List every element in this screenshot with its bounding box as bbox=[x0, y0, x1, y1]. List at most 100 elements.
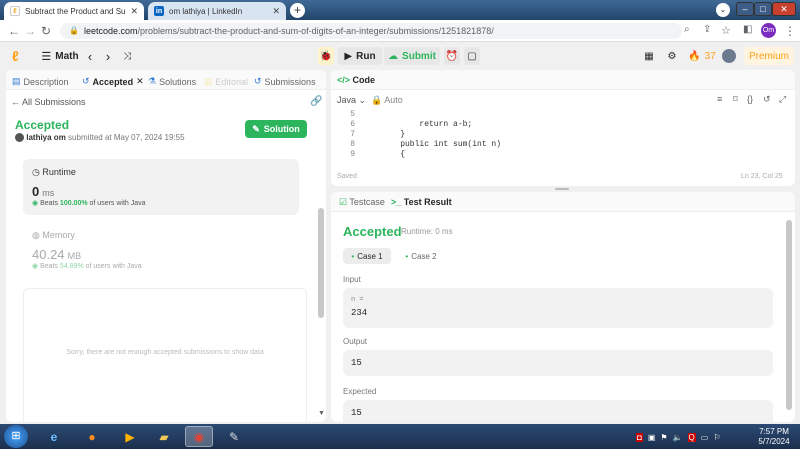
notes-icon[interactable]: ▢ bbox=[464, 47, 480, 65]
maximize-button[interactable]: □ bbox=[754, 2, 772, 16]
tab-label: Testcase bbox=[349, 197, 385, 207]
tray-q-icon[interactable]: Q bbox=[687, 432, 696, 442]
forward-icon[interactable]: → bbox=[24, 24, 36, 38]
left-scrollbar[interactable] bbox=[318, 208, 324, 318]
code-area[interactable]: 5 6 return a-b; 7 } 8 public int sum(int… bbox=[331, 110, 786, 164]
tab-accepted[interactable]: ↺ Accepted ✕ bbox=[82, 76, 144, 87]
debug-icon[interactable]: 🐞 bbox=[318, 47, 334, 65]
minimize-button[interactable]: – bbox=[736, 2, 754, 16]
back-label: All Submissions bbox=[22, 97, 86, 107]
prev-problem-button[interactable]: ‹ bbox=[84, 47, 96, 65]
expected-value: 15 bbox=[351, 408, 362, 418]
streak-counter[interactable]: 🔥 37 bbox=[688, 47, 716, 65]
volume-icon[interactable]: 🔈 bbox=[673, 433, 683, 442]
browser-tab-leetcode[interactable]: ℓ Subtract the Product and Sum of ✕ bbox=[4, 2, 144, 20]
chrome-icon[interactable]: ◉ bbox=[185, 426, 213, 447]
layout-grid-icon[interactable]: ▦ bbox=[642, 47, 656, 65]
tab-solutions[interactable]: ⚗ Solutions bbox=[148, 76, 196, 87]
settings-gear-icon[interactable]: ⚙ bbox=[665, 47, 679, 65]
case-label: Case 1 bbox=[357, 251, 383, 261]
memory-chip-icon: ◍ bbox=[32, 230, 40, 240]
start-button[interactable]: ⊞ bbox=[4, 425, 28, 448]
media-player-icon[interactable]: ▶ bbox=[116, 426, 144, 447]
memory-card[interactable]: ◍ Memory 40.24 MB ◉ Beats 54.89% of user… bbox=[23, 222, 299, 278]
tab-test-result[interactable]: >_ Test Result bbox=[391, 197, 452, 207]
streak-count: 37 bbox=[704, 50, 716, 62]
language-select[interactable]: Java ⌄ bbox=[337, 95, 366, 106]
back-to-submissions-link[interactable]: ← All Submissions bbox=[11, 97, 86, 107]
tray-display-icon[interactable]: ▭ bbox=[701, 433, 709, 442]
mode-label: Auto bbox=[384, 95, 403, 105]
problem-list-button[interactable]: ☰ Math bbox=[38, 47, 82, 65]
browser-tab-linkedin[interactable]: in om lathiya | LinkedIn ✕ bbox=[148, 2, 286, 20]
next-problem-button[interactable]: › bbox=[102, 47, 114, 65]
beats-prefix: Beats bbox=[40, 263, 58, 270]
reload-icon[interactable]: ↻ bbox=[41, 24, 51, 38]
close-tab-icon[interactable]: ✕ bbox=[272, 6, 280, 17]
tab-label: Solutions bbox=[159, 76, 197, 87]
document-icon: ▤ bbox=[12, 76, 21, 86]
close-window-button[interactable]: ✕ bbox=[772, 2, 796, 16]
reset-icon[interactable]: ↺ bbox=[763, 94, 771, 105]
case-1-tab[interactable]: • Case 1 bbox=[343, 248, 391, 264]
menu-kebab-icon[interactable]: ⋮ bbox=[784, 24, 796, 38]
tab-description[interactable]: ▤ Description bbox=[12, 76, 69, 87]
braces-icon[interactable]: {} bbox=[747, 94, 753, 104]
fullscreen-icon[interactable]: ⤢ bbox=[779, 94, 786, 105]
tray-security-icon[interactable]: ⚑ bbox=[660, 433, 667, 442]
timer-icon[interactable]: ⏰ bbox=[444, 47, 460, 65]
url-host: leetcode.com bbox=[84, 26, 138, 36]
memory-value: 40.24 bbox=[32, 247, 65, 262]
tab-editorial[interactable]: ▥ Editorial bbox=[204, 76, 248, 87]
tray-network-icon[interactable]: ▣ bbox=[648, 433, 656, 442]
panel-resize-handle[interactable] bbox=[555, 188, 569, 190]
scroll-down-icon[interactable]: ▼ bbox=[318, 410, 325, 417]
tray-app-icon[interactable]: ◘ bbox=[636, 432, 643, 442]
close-tab-icon[interactable]: ✕ bbox=[130, 6, 138, 17]
new-tab-button[interactable]: + bbox=[290, 3, 305, 18]
clock[interactable]: 7:57 PM 5/7/2024 bbox=[752, 427, 796, 447]
solution-label: Solution bbox=[263, 124, 300, 134]
runtime-card[interactable]: ◷ Runtime 0 ms ◉ Beats 100.00% of users … bbox=[23, 159, 299, 215]
profile-avatar[interactable]: Om bbox=[761, 23, 776, 38]
console-panel: ☑ Testcase >_ Test Result Accepted Runti… bbox=[331, 192, 795, 422]
premium-button[interactable]: Premium bbox=[744, 47, 794, 65]
user-avatar[interactable] bbox=[722, 49, 736, 63]
tab-label: Description bbox=[23, 76, 69, 87]
sidebar-icon[interactable]: ◧ bbox=[743, 24, 752, 35]
runtime-value-row: 0 ms bbox=[32, 184, 54, 199]
tab-search-icon[interactable]: ⌄ bbox=[716, 3, 730, 17]
console-scrollbar[interactable] bbox=[786, 220, 792, 410]
shuffle-icon[interactable]: ⤨ bbox=[120, 47, 134, 65]
firefox-icon[interactable]: ● bbox=[78, 426, 106, 447]
ie-icon[interactable]: e bbox=[40, 426, 68, 447]
memory-beats: ◉ Beats 54.89% of users with Java bbox=[32, 262, 142, 270]
bookmark-star-icon[interactable]: ☆ bbox=[721, 24, 731, 37]
input-var: n = bbox=[351, 296, 364, 304]
tab-testcase[interactable]: ☑ Testcase bbox=[339, 197, 385, 208]
flag-icon[interactable]: ⚐ bbox=[713, 433, 720, 442]
back-icon[interactable]: ← bbox=[8, 24, 20, 38]
case-2-tab[interactable]: • Case 2 bbox=[397, 248, 445, 264]
leetcode-logo-icon[interactable]: ℓ bbox=[12, 48, 26, 64]
runtime-beats: ◉ Beats 100.00% of users with Java bbox=[32, 199, 146, 207]
format-icon[interactable]: ≡ bbox=[717, 94, 722, 104]
editor-title-row: </> Code bbox=[337, 75, 375, 85]
close-tab-icon[interactable]: ✕ bbox=[136, 76, 144, 87]
submitter-name[interactable]: lathiya om bbox=[26, 133, 66, 142]
share-icon[interactable]: ⇪ bbox=[703, 24, 711, 35]
solution-button[interactable]: ✎ Solution bbox=[245, 120, 307, 138]
paint-app-icon[interactable]: ✎ bbox=[220, 426, 248, 447]
link-icon[interactable]: 🔗 bbox=[310, 96, 322, 107]
bookmark-icon[interactable]: ⌑ bbox=[733, 94, 738, 105]
run-button[interactable]: ▶ Run bbox=[338, 47, 382, 65]
url-input[interactable]: 🔒 leetcode.com/problems/subtract-the-pro… bbox=[60, 23, 682, 39]
tab-submissions[interactable]: ↺ Submissions bbox=[254, 76, 316, 87]
code-icon: </> bbox=[337, 75, 351, 85]
file-explorer-icon[interactable]: ▰ bbox=[150, 426, 178, 447]
clock-date: 5/7/2024 bbox=[758, 437, 790, 446]
zoom-icon[interactable]: ⌕ bbox=[684, 24, 690, 35]
autocomplete-toggle[interactable]: 🔒 Auto bbox=[371, 95, 403, 106]
code-editor-panel: </> Code Java ⌄ 🔒 Auto ≡ ⌑ {} ↺ ⤢ 5 6 re… bbox=[331, 70, 795, 186]
submit-button[interactable]: ☁ Submit bbox=[384, 47, 440, 65]
